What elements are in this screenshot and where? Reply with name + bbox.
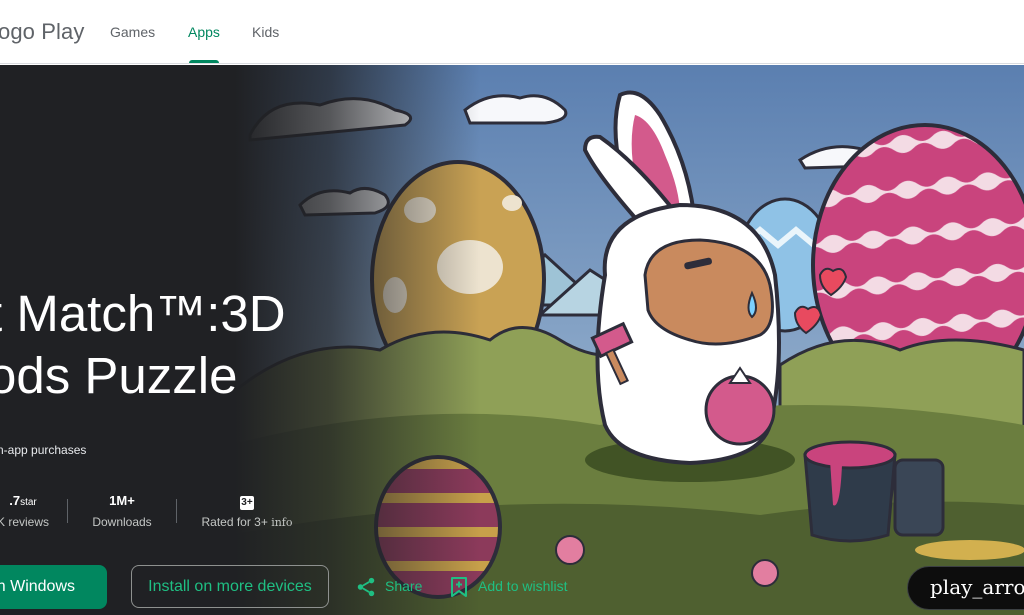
play-arrow-icon: play_arrow (930, 575, 1024, 599)
app-title: t Match™:3D ods Puzzle (0, 285, 286, 404)
tab-apps[interactable]: Apps (188, 24, 220, 40)
info-icon[interactable]: info (271, 516, 292, 529)
tab-kids[interactable]: Kids (252, 24, 279, 40)
content-rating-label: Rated for 3+ (201, 515, 268, 529)
top-nav: ogo Play Games Apps Kids (0, 0, 1024, 64)
downloads-value: 1M+ (109, 493, 135, 508)
age-rating-badge: 3+ (240, 496, 254, 510)
add-to-wishlist-button[interactable]: Add to wishlist (449, 575, 574, 599)
bookmark-add-icon (451, 577, 467, 597)
install-more-devices-button[interactable]: Install on more devices (131, 565, 329, 608)
tab-games[interactable]: Games (110, 24, 155, 40)
star-icon: star (20, 497, 37, 508)
content-rating-stat: 3+ Rated for 3+ info (200, 492, 294, 530)
downloads-stat: 1M+ Downloads (91, 492, 153, 529)
downloads-label: Downloads (92, 515, 152, 529)
share-icon (357, 577, 375, 597)
share-button[interactable]: Share (355, 575, 425, 599)
share-label: Share (385, 578, 423, 594)
rating-stat: .7star K reviews (0, 492, 49, 529)
active-tab-indicator (189, 60, 219, 63)
wishlist-label: Add to wishlist (478, 578, 568, 594)
install-on-windows-button[interactable]: n Windows (0, 565, 107, 609)
in-app-purchases-note: n-app purchases (0, 443, 87, 457)
stat-divider (67, 499, 68, 523)
google-play-logo[interactable]: ogo Play (0, 19, 84, 45)
reviews-count[interactable]: K reviews (0, 515, 49, 529)
stat-divider (176, 499, 177, 523)
rating-value: .7 (9, 493, 21, 508)
play-trailer-button[interactable]: play_arrow (907, 566, 1024, 610)
app-hero: t Match™:3D ods Puzzle n-app purchases .7… (0, 65, 1024, 615)
